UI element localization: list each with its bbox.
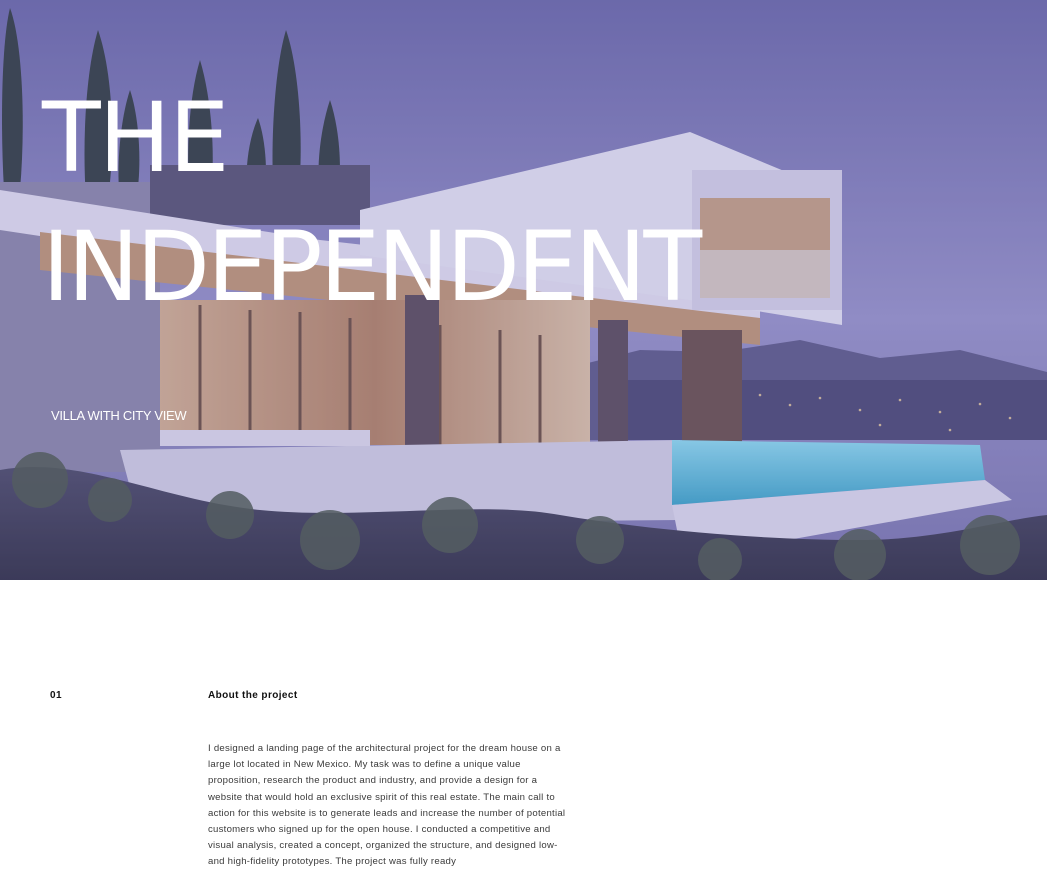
hero-subtitle: VILLA WITH CITY VIEW xyxy=(51,408,187,423)
hero-section: THE INDEPENDENT VILLA WITH CITY VIEW xyxy=(0,0,1047,580)
section-number: 01 xyxy=(50,690,63,701)
section-heading: About the project xyxy=(208,690,298,701)
hero-title-line-1: THE xyxy=(42,82,229,194)
hero-title-line-2: INDEPENDENT xyxy=(42,211,702,323)
section-body-text: I designed a landing page of the archite… xyxy=(208,743,566,868)
